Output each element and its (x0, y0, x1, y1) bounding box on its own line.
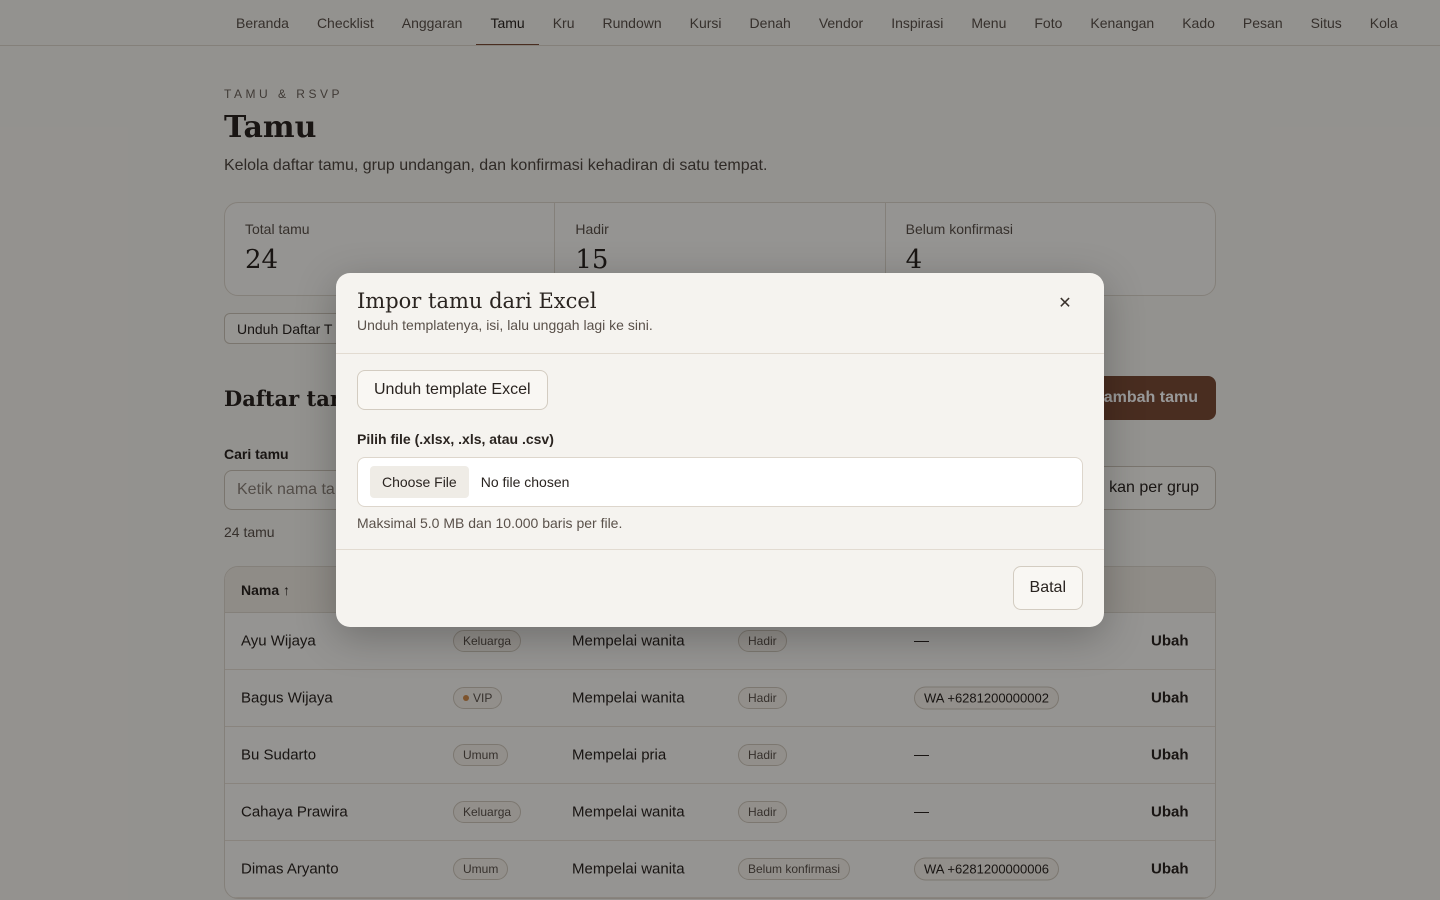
file-hint: Maksimal 5.0 MB dan 10.000 baris per fil… (357, 515, 623, 531)
modal-title: Impor tamu dari Excel (357, 289, 597, 313)
file-label: Pilih file (.xlsx, .xls, atau .csv) (357, 431, 554, 447)
modal-header: Impor tamu dari Excel Unduh templatenya,… (336, 273, 1104, 354)
file-input[interactable]: Choose File No file chosen (357, 457, 1083, 507)
cancel-button[interactable]: Batal (1012, 566, 1083, 610)
import-modal: Impor tamu dari Excel Unduh templatenya,… (336, 273, 1104, 627)
download-template-button[interactable]: Unduh template Excel (357, 370, 548, 410)
file-status: No file chosen (480, 474, 570, 490)
modal-footer: Batal (336, 550, 1104, 627)
modal-subtitle: Unduh templatenya, isi, lalu unggah lagi… (357, 317, 653, 333)
close-icon[interactable]: ✕ (1056, 295, 1074, 313)
choose-file-button[interactable]: Choose File (370, 466, 469, 498)
